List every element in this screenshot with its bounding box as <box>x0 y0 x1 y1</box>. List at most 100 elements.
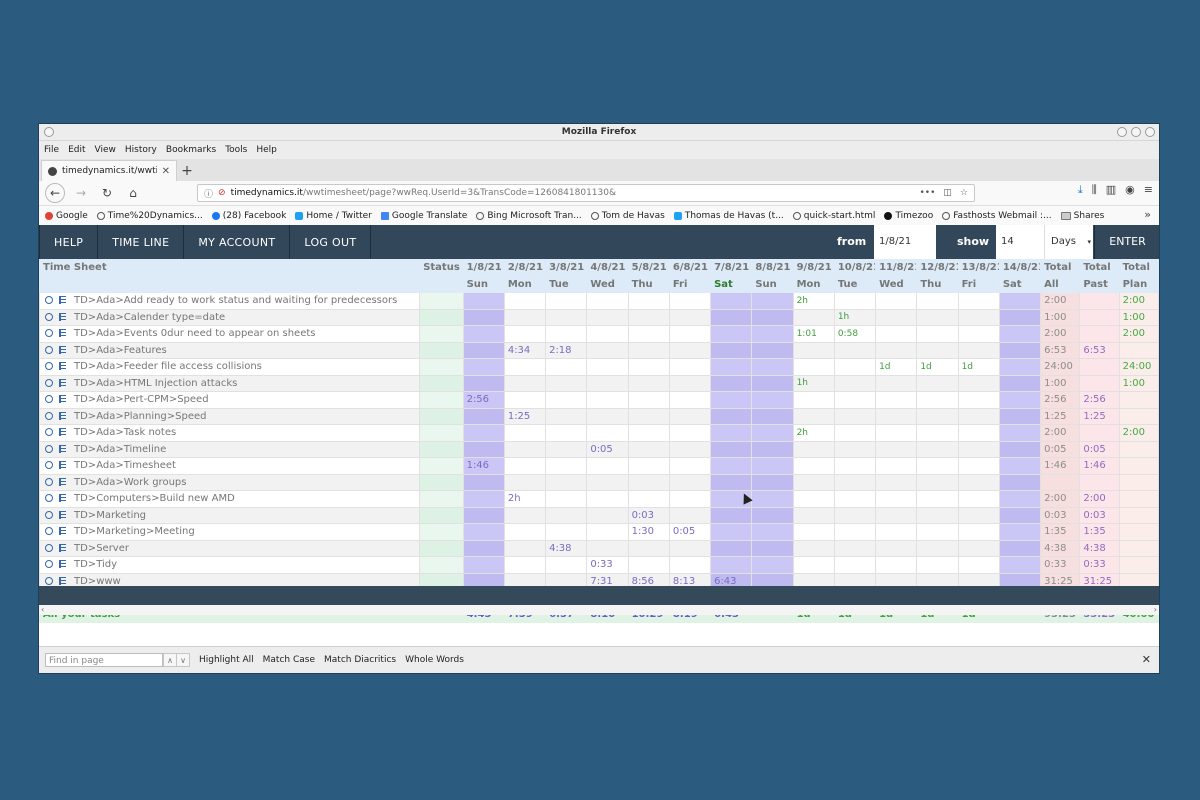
time-cell[interactable] <box>916 490 959 508</box>
time-cell[interactable] <box>792 358 835 376</box>
time-cell[interactable] <box>751 391 794 409</box>
time-cell[interactable] <box>586 506 629 524</box>
time-cell[interactable] <box>627 325 670 343</box>
time-cell[interactable] <box>957 308 1000 326</box>
task-name[interactable]: TD>Ada>Pert-CPM>Speed <box>74 394 209 405</box>
time-cell[interactable] <box>957 341 1000 359</box>
find-previous-icon[interactable]: ∧ <box>163 653 177 667</box>
time-cell[interactable] <box>627 292 670 310</box>
status-cell[interactable] <box>419 374 464 392</box>
time-cell[interactable] <box>462 539 505 557</box>
time-cell[interactable] <box>751 308 794 326</box>
task-name[interactable]: TD>Ada>Task notes <box>74 427 176 438</box>
match-diacritics-toggle[interactable]: Match Diacritics <box>324 655 396 665</box>
time-cell[interactable] <box>503 292 547 310</box>
time-cell[interactable] <box>998 358 1042 376</box>
info-icon[interactable] <box>45 378 53 387</box>
time-cell[interactable] <box>586 374 629 392</box>
time-cell[interactable] <box>710 292 753 310</box>
task-name-cell[interactable]: TD>Ada>Features <box>39 341 421 359</box>
task-name-cell[interactable]: TD>Ada>Work groups <box>39 473 421 491</box>
time-cell[interactable]: 1d <box>957 358 1000 376</box>
horizontal-scrollbar[interactable]: ‹ › <box>39 605 1159 615</box>
time-cell[interactable] <box>710 523 753 541</box>
time-cell[interactable] <box>751 341 794 359</box>
status-cell[interactable] <box>419 457 464 475</box>
time-cell[interactable] <box>545 473 588 491</box>
match-case-toggle[interactable]: Match Case <box>263 655 315 665</box>
time-cell[interactable] <box>916 292 959 310</box>
time-cell[interactable] <box>998 308 1042 326</box>
back-icon[interactable]: ← <box>45 183 65 203</box>
time-cell[interactable] <box>875 424 918 442</box>
time-cell[interactable]: 2h <box>792 292 835 310</box>
bookmark-item[interactable]: Home / Twitter <box>295 211 372 221</box>
time-cell[interactable] <box>586 424 629 442</box>
notes-icon[interactable] <box>59 329 66 338</box>
time-cell[interactable] <box>957 457 1000 475</box>
time-cell[interactable] <box>751 490 794 508</box>
status-cell[interactable] <box>419 325 464 343</box>
time-cell[interactable] <box>792 440 835 458</box>
time-cell[interactable] <box>586 407 629 425</box>
menu-view[interactable]: View <box>95 145 116 155</box>
time-cell[interactable] <box>668 391 712 409</box>
time-cell[interactable] <box>668 308 712 326</box>
status-cell[interactable] <box>419 473 464 491</box>
task-name-cell[interactable]: TD>Ada>Add ready to work status and wait… <box>39 292 421 310</box>
time-cell[interactable] <box>462 358 505 376</box>
time-cell[interactable]: 4:34 <box>503 341 547 359</box>
time-cell[interactable] <box>545 457 588 475</box>
info-icon[interactable] <box>45 494 53 503</box>
notes-icon[interactable] <box>59 461 66 470</box>
time-cell[interactable] <box>627 407 670 425</box>
time-cell[interactable] <box>751 407 794 425</box>
task-name-cell[interactable]: TD>Ada>Timeline <box>39 440 421 458</box>
window-menu-icon[interactable] <box>44 127 54 137</box>
time-cell[interactable] <box>998 506 1042 524</box>
time-cell[interactable] <box>710 325 753 343</box>
time-cell[interactable] <box>627 473 670 491</box>
notes-icon[interactable] <box>59 345 66 354</box>
time-cell[interactable] <box>792 341 835 359</box>
time-cell[interactable] <box>710 440 753 458</box>
time-cell[interactable] <box>751 473 794 491</box>
time-cell[interactable] <box>998 325 1042 343</box>
time-cell[interactable] <box>751 556 794 574</box>
time-cell[interactable] <box>833 341 877 359</box>
status-cell[interactable] <box>419 292 464 310</box>
time-cell[interactable] <box>710 374 753 392</box>
info-icon[interactable] <box>45 345 53 354</box>
menu-history[interactable]: History <box>125 145 157 155</box>
time-cell[interactable] <box>998 556 1042 574</box>
time-cell[interactable] <box>545 407 588 425</box>
time-cell[interactable] <box>833 292 877 310</box>
time-cell[interactable] <box>751 523 794 541</box>
status-cell[interactable] <box>419 308 464 326</box>
time-cell[interactable] <box>957 325 1000 343</box>
time-cell[interactable] <box>875 292 918 310</box>
time-cell[interactable] <box>916 424 959 442</box>
time-cell[interactable] <box>586 341 629 359</box>
time-cell[interactable] <box>916 457 959 475</box>
time-cell[interactable] <box>751 440 794 458</box>
time-cell[interactable] <box>833 457 877 475</box>
notes-icon[interactable] <box>59 527 66 536</box>
time-cell[interactable] <box>710 506 753 524</box>
time-cell[interactable] <box>627 358 670 376</box>
time-cell[interactable]: 1d <box>875 358 918 376</box>
notes-icon[interactable] <box>59 411 66 420</box>
time-cell[interactable] <box>998 391 1042 409</box>
time-cell[interactable] <box>875 457 918 475</box>
time-cell[interactable] <box>916 440 959 458</box>
info-icon[interactable] <box>45 395 53 404</box>
maximize-icon[interactable] <box>1131 127 1141 137</box>
bookmark-item[interactable]: Thomas de Havas (t... <box>673 211 784 221</box>
find-next-icon[interactable]: ∨ <box>176 653 190 667</box>
time-cell[interactable] <box>462 341 505 359</box>
status-cell[interactable] <box>419 523 464 541</box>
time-cell[interactable] <box>710 358 753 376</box>
time-cell[interactable]: 1h <box>833 308 877 326</box>
time-cell[interactable] <box>875 556 918 574</box>
bookmark-item[interactable]: Google Translate <box>380 211 467 221</box>
